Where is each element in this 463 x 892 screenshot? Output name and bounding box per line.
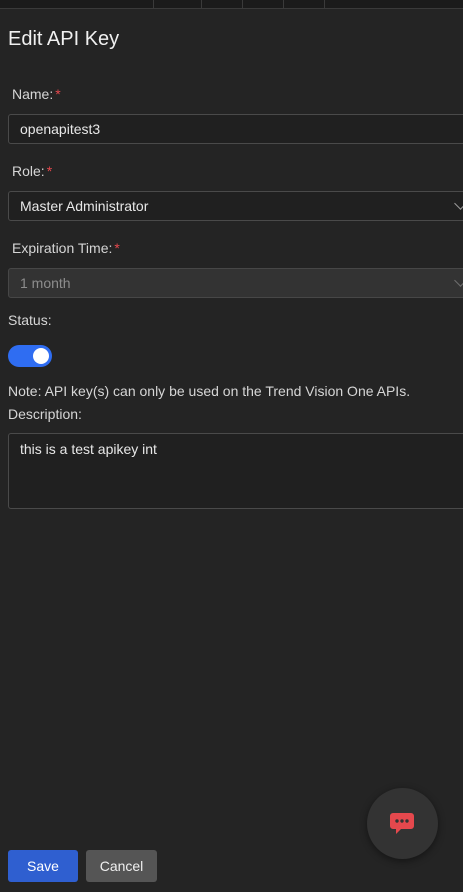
expiration-label: Expiration Time: * (12, 240, 120, 256)
role-select[interactable]: Master Administrator (8, 191, 463, 221)
save-button[interactable]: Save (8, 850, 78, 882)
name-label-text: Name: (12, 86, 54, 102)
tab-divider (153, 0, 154, 8)
required-mark: * (55, 86, 61, 102)
status-toggle[interactable] (8, 345, 52, 367)
name-label: Name: * (12, 86, 61, 102)
expiration-label-text: Expiration Time: (12, 240, 113, 256)
page-title: Edit API Key (8, 28, 120, 50)
chat-button[interactable] (367, 788, 438, 859)
name-input[interactable]: openapitest3 (8, 114, 463, 144)
tab-divider (201, 0, 202, 8)
api-note: Note: API key(s) can only be used on the… (8, 383, 411, 399)
edit-api-key-panel: Edit API Key Name: * openapitest3 Role: * … (0, 0, 463, 892)
required-mark: * (46, 163, 53, 179)
chat-bubble-icon (390, 813, 414, 834)
top-tab-strip (0, 0, 463, 9)
required-mark: * (114, 240, 120, 256)
description-label: Description: (8, 406, 82, 422)
tab-divider (324, 0, 325, 8)
toggle-knob (33, 348, 49, 364)
tab-divider (283, 0, 284, 8)
tab-divider (242, 0, 243, 8)
cancel-button[interactable]: Cancel (86, 850, 157, 882)
description-textarea[interactable]: this is a test apikey int (8, 433, 463, 509)
expiration-select: 1 month (8, 268, 463, 298)
role-label-text: Role: (12, 163, 45, 179)
role-label: Role: * (12, 163, 52, 179)
status-label: Status: (8, 312, 52, 328)
